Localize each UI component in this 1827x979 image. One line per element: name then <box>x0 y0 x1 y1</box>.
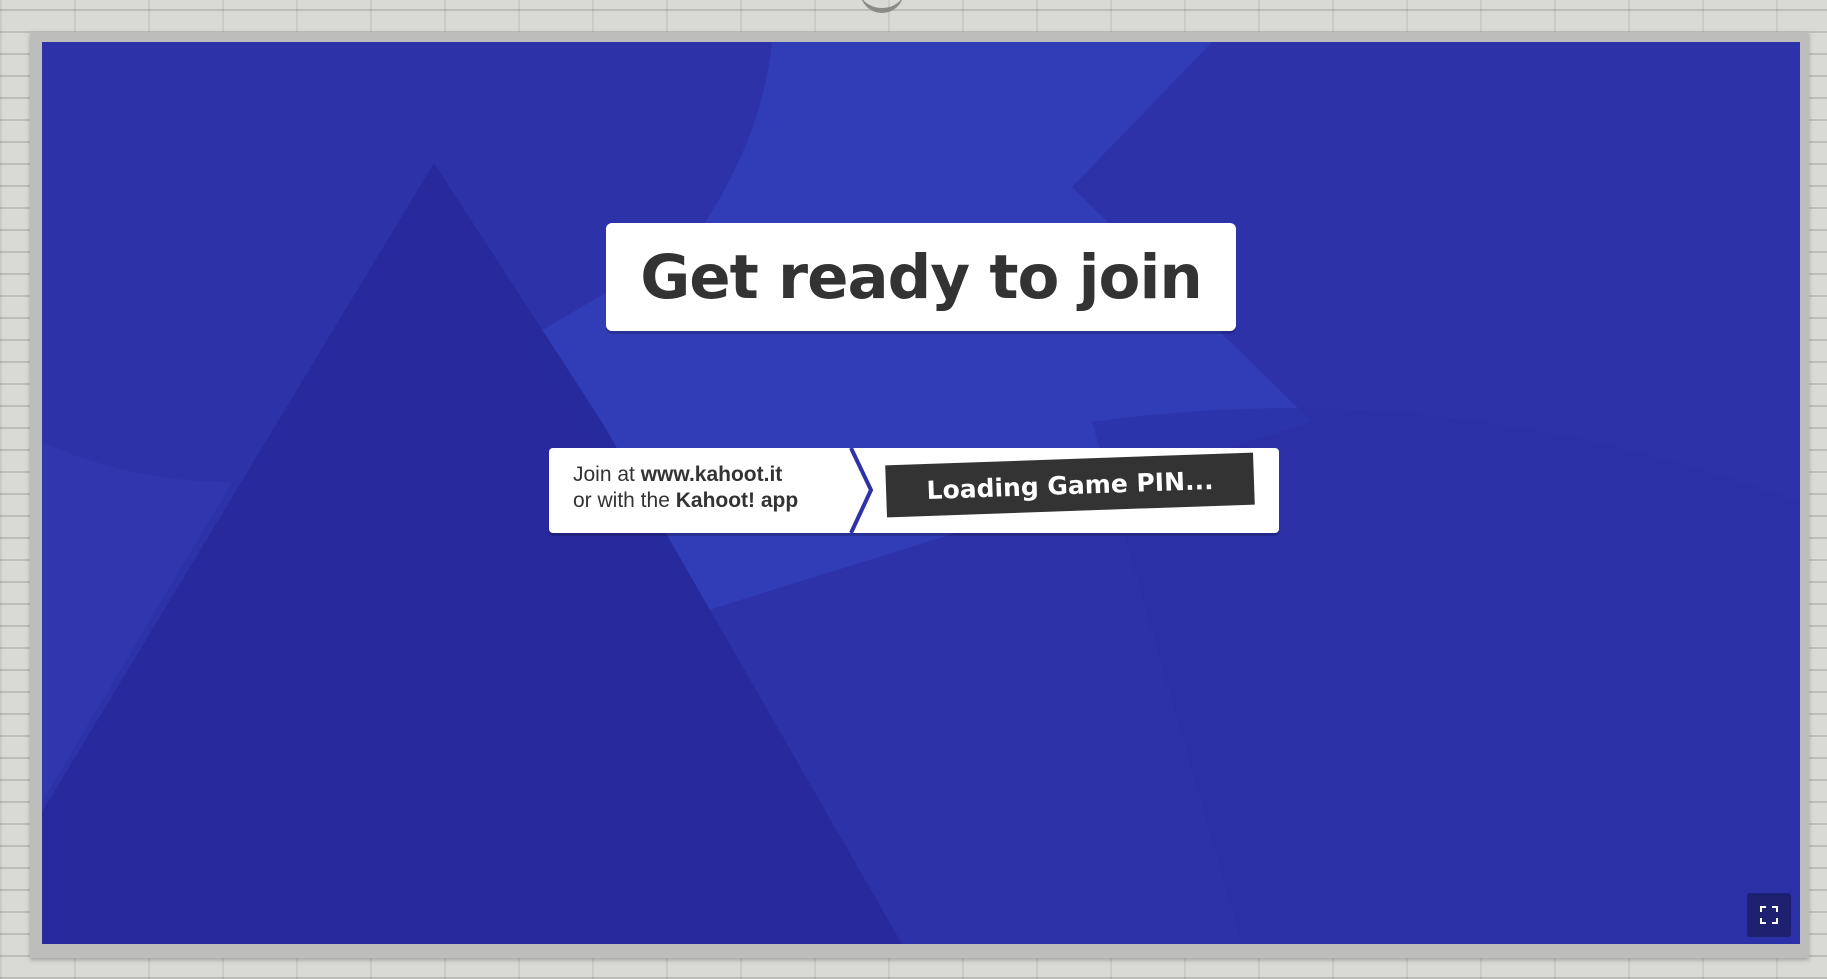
hanging-hook <box>860 0 904 13</box>
app-name: Kahoot! app <box>675 489 799 512</box>
fullscreen-icon <box>1760 906 1778 924</box>
join-line-2: or with the Kahoot! app <box>573 488 863 514</box>
game-stage: Get ready to join Join at www.kahoot.it … <box>42 42 1800 944</box>
app-prefix: or with the <box>573 489 670 512</box>
title-card: Get ready to join <box>606 223 1236 331</box>
brick-wall-background: Get ready to join Join at www.kahoot.it … <box>0 0 1827 979</box>
game-pin-status: Loading Game PIN... <box>926 465 1214 505</box>
join-prefix: Join at <box>573 463 635 486</box>
page-title: Get ready to join <box>640 241 1203 313</box>
screen-frame: Get ready to join Join at www.kahoot.it … <box>30 32 1809 958</box>
fullscreen-button[interactable] <box>1747 893 1791 937</box>
chevron-divider <box>849 448 874 533</box>
join-info-bar: Join at www.kahoot.it or with the Kahoot… <box>549 448 1279 533</box>
join-instructions: Join at www.kahoot.it or with the Kahoot… <box>573 462 863 514</box>
join-line-1: Join at www.kahoot.it <box>573 462 863 488</box>
join-url: www.kahoot.it <box>640 463 783 486</box>
game-pin-box: Loading Game PIN... <box>885 452 1255 518</box>
